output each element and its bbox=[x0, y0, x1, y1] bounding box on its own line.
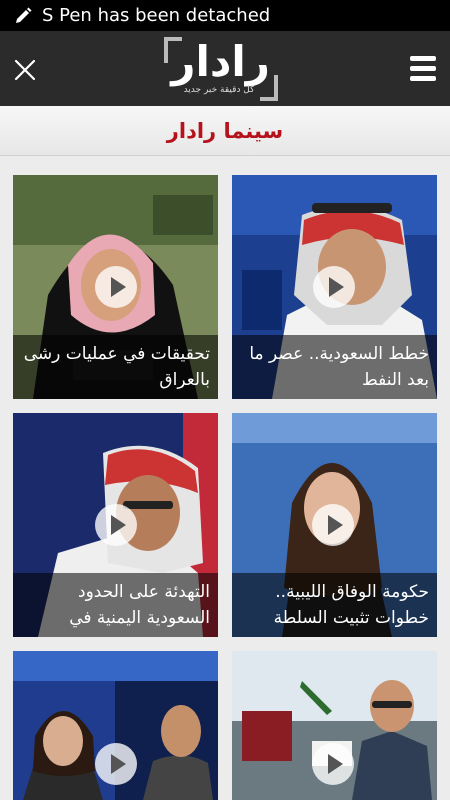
status-message: S Pen has been detached bbox=[42, 5, 271, 26]
video-grid: خطط السعودية.. عصر ما بعد النفط تحقيقات … bbox=[0, 156, 450, 800]
video-title: تحقيقات في عمليات رشى بالعراق bbox=[13, 335, 218, 399]
play-icon[interactable] bbox=[312, 504, 354, 546]
play-icon[interactable] bbox=[312, 743, 354, 785]
video-title: خطط السعودية.. عصر ما بعد النفط bbox=[232, 335, 437, 399]
video-card[interactable]: خطط السعودية.. عصر ما بعد النفط bbox=[232, 175, 437, 399]
video-card[interactable] bbox=[232, 651, 437, 800]
logo-text: رادار bbox=[171, 37, 271, 86]
section-header: سينما رادار bbox=[0, 106, 450, 156]
play-icon[interactable] bbox=[95, 743, 137, 785]
play-icon[interactable] bbox=[95, 504, 137, 546]
status-bar: S Pen has been detached bbox=[0, 0, 450, 31]
play-icon[interactable] bbox=[313, 266, 355, 308]
logo-tagline: كل دقيقة خبر جديد bbox=[183, 85, 255, 95]
video-card[interactable]: تحقيقات في عمليات رشى بالعراق bbox=[13, 175, 218, 399]
video-title: حكومة الوفاق الليبية.. خطوات تثبيت السلط… bbox=[232, 573, 437, 637]
video-card[interactable]: التهدئة على الحدود السعودية اليمنية في bbox=[13, 413, 218, 637]
video-card[interactable] bbox=[13, 651, 218, 800]
hamburger-menu-icon bbox=[410, 56, 438, 81]
pen-icon bbox=[10, 3, 36, 29]
section-title: سينما رادار bbox=[166, 118, 284, 143]
app-header: رادار كل دقيقة خبر جديد bbox=[0, 31, 450, 106]
close-icon bbox=[14, 59, 36, 81]
video-card[interactable]: حكومة الوفاق الليبية.. خطوات تثبيت السلط… bbox=[232, 413, 437, 637]
logo[interactable]: رادار كل دقيقة خبر جديد bbox=[160, 35, 282, 103]
video-title: التهدئة على الحدود السعودية اليمنية في bbox=[13, 573, 218, 637]
play-icon[interactable] bbox=[95, 266, 137, 308]
menu-button[interactable] bbox=[410, 56, 438, 84]
close-button[interactable] bbox=[10, 55, 40, 85]
